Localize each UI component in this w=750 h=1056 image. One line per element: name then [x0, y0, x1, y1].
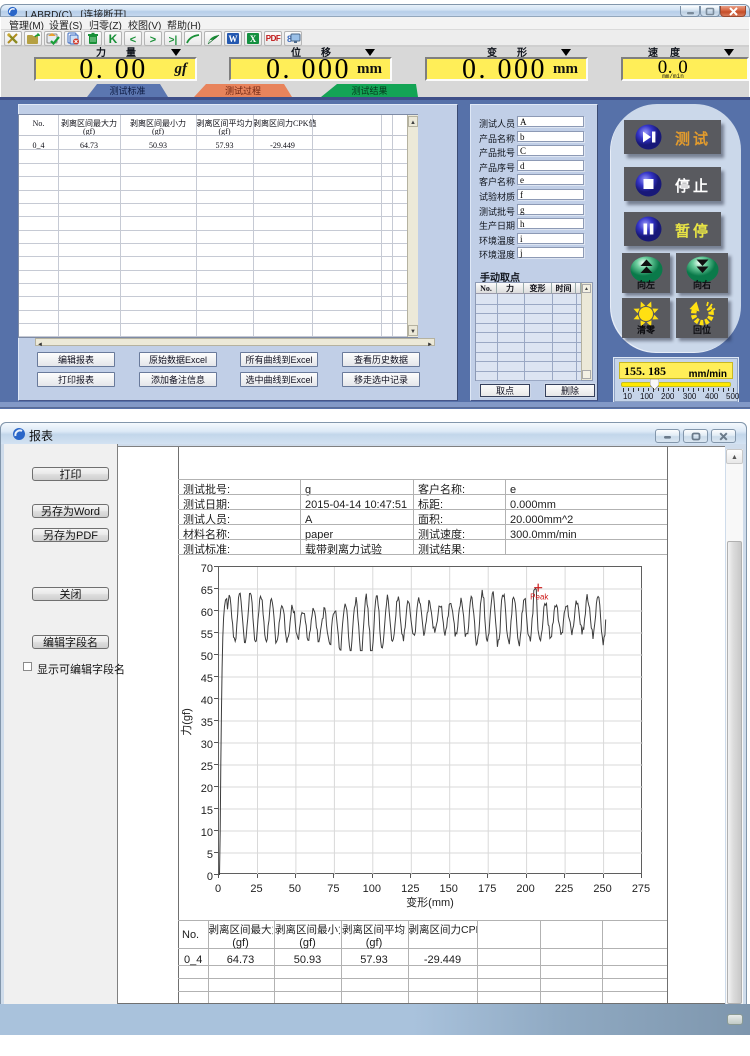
svg-text:X: X: [250, 34, 257, 44]
svg-text:Peak: Peak: [530, 592, 549, 603]
svg-text:W: W: [229, 34, 238, 44]
